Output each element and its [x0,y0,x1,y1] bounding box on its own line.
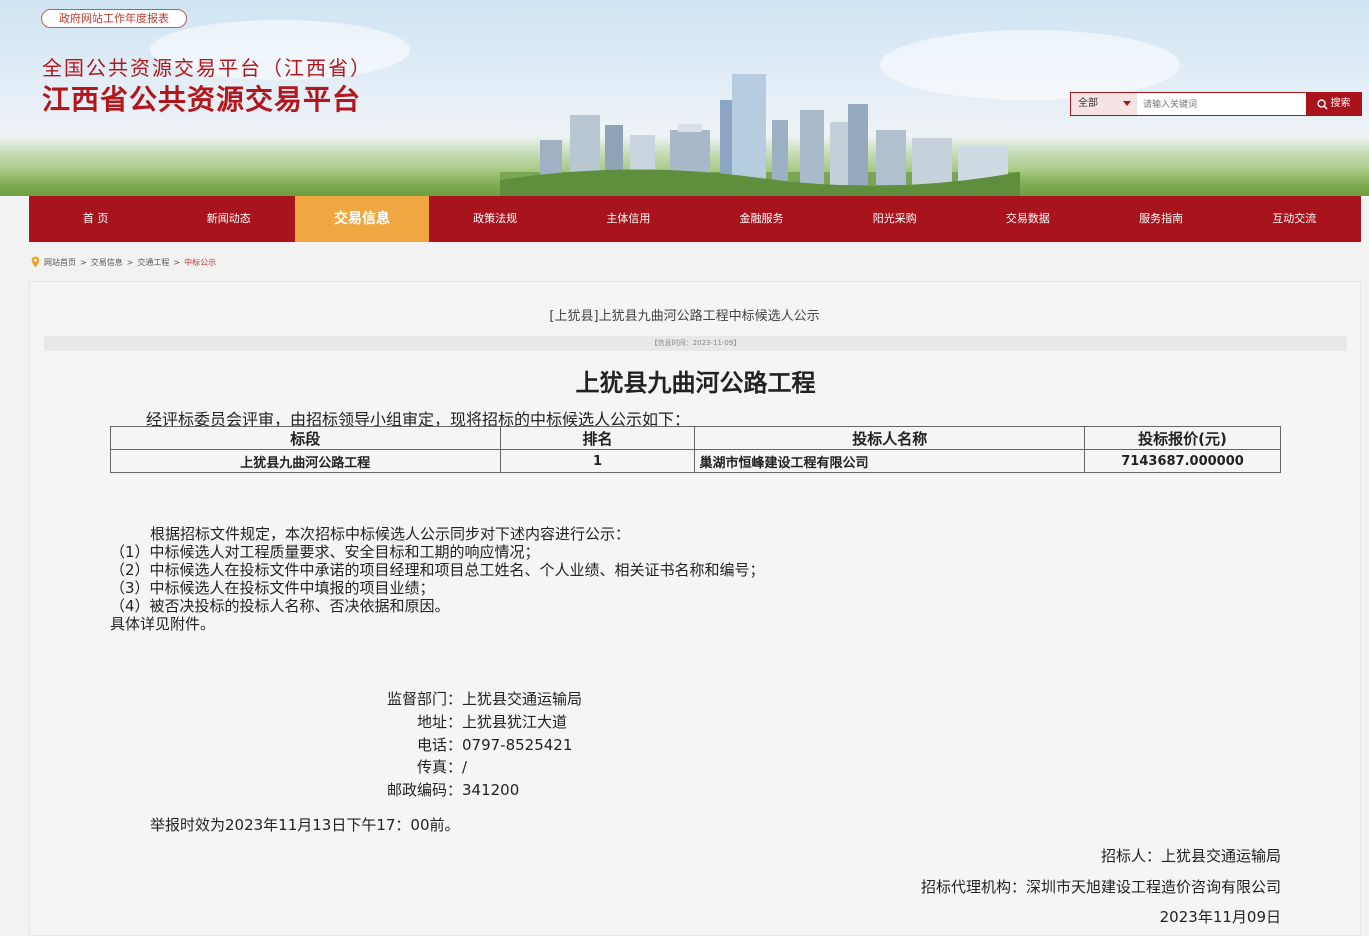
main-nav: 首 页 新闻动态 交易信息 政策法规 主体信用 金融服务 阳光采购 交易数据 服… [29,196,1361,242]
contact-info: 监督部门： 上犹县交通运输局 地址： 上犹县犹江大道 电话： 0797-8525… [382,688,582,802]
search-scope-select[interactable]: 全部 [1071,93,1137,115]
nav-item-trading-info[interactable]: 交易信息 [295,196,429,242]
breadcrumb-trading-info[interactable]: 交易信息 [91,257,123,268]
article-body: 根据招标文件规定，本次招标中标候选人公示同步对下述内容进行公示： （1）中标候选… [110,525,765,633]
contact-row: 监督部门： 上犹县交通运输局 [382,688,582,711]
tenderer-signature: 招标人：上犹县交通运输局 [1100,847,1281,865]
chevron-down-icon [1123,101,1131,106]
nav-item-data[interactable]: 交易数据 [961,196,1094,242]
contact-label: 地址： [416,712,462,731]
contact-label: 监督部门： [386,690,462,708]
contact-row: 地址： 上犹县犹江大道 [382,711,582,734]
contact-value: 341200 [462,781,520,800]
table-cell-bidder: 巢湖市恒峰建设工程有限公司 [694,449,1086,473]
table-header-row: 标段 排名 投标人名称 投标报价(元) [110,426,1281,450]
search-button[interactable]: 搜索 [1306,93,1361,115]
site-title-main[interactable]: 江西省公共资源交易平台 [42,78,361,118]
nav-item-guide[interactable]: 服务指南 [1095,196,1228,242]
breadcrumb: 网站首页 > 交易信息 > 交通工程 > 中标公示 [31,255,216,269]
nav-item-policy[interactable]: 政策法规 [429,196,562,242]
nav-item-interaction[interactable]: 互动交流 [1228,196,1361,242]
nav-item-credit[interactable]: 主体信用 [562,196,695,242]
table-header-rank: 排名 [499,426,696,450]
header-banner: 政府网站工作年度报表 全国公共资源交易平台（江西省） 江西省公共资源交易平台 全… [0,0,1369,196]
breadcrumb-separator: > [126,257,134,267]
table-cell-rank: 1 [499,449,696,473]
contact-label: 电话： [416,735,462,754]
body-paragraph: 具体详见附件。 [110,615,216,633]
search-scope-value: 全部 [1078,98,1098,109]
nav-item-procurement[interactable]: 阳光采购 [828,196,961,242]
breadcrumb-transport[interactable]: 交通工程 [137,257,169,268]
breadcrumb-separator: > [173,257,181,267]
table-cell-section: 上犹县九曲河公路工程 [110,449,501,473]
search-icon [1316,98,1328,110]
contact-value: 上犹县交通运输局 [462,690,583,708]
report-deadline: 举报时效为2023年11月13日下午17：00前。 [150,816,460,834]
annual-report-link[interactable]: 政府网站工作年度报表 [41,9,187,28]
contact-row: 邮政编码： 341200 [382,779,582,802]
location-pin-icon [31,256,40,268]
article-heading: 上犹县九曲河公路工程 [575,368,816,397]
contact-value: 上犹县犹江大道 [462,712,568,731]
body-paragraph: （1）中标候选人对工程质量要求、安全目标和工期的响应情况； [110,543,540,561]
search-button-label: 搜索 [1330,98,1351,109]
breadcrumb-current[interactable]: 中标公示 [184,257,216,268]
body-paragraph: （4）被否决投标的投标人名称、否决依据和原因。 [110,597,450,615]
contact-label: 传真： [416,758,462,777]
table-header-section: 标段 [110,426,501,450]
table-header-price: 投标报价(元) [1084,426,1281,450]
contact-value: 0797-8525421 [462,735,573,754]
contact-row: 电话： 0797-8525421 [382,734,582,757]
breadcrumb-home[interactable]: 网站首页 [44,257,76,268]
table-cell-price: 7143687.000000 [1084,449,1281,473]
breadcrumb-separator: > [80,257,87,267]
nav-item-news[interactable]: 新闻动态 [162,196,295,242]
article-title: [上犹县]上犹县九曲河公路工程中标候选人公示 [549,309,820,324]
candidate-table: 标段 排名 投标人名称 投标报价(元) 上犹县九曲河公路工程 1 巢湖市恒峰建设… [110,426,1281,473]
contact-label: 邮政编码： [386,781,462,800]
publish-date: 2023年11月09日 [1159,908,1281,926]
body-paragraph: 根据招标文件规定，本次招标中标候选人公示同步对下述内容进行公示： [150,525,631,543]
contact-row: 传真： / [382,756,582,779]
search-bar: 全部 搜索 [1070,92,1362,116]
table-row: 上犹县九曲河公路工程 1 巢湖市恒峰建设工程有限公司 7143687.00000… [110,449,1281,473]
city-skyline-image [500,74,1020,196]
agency-signature: 招标代理机构：深圳市天旭建设工程造价咨询有限公司 [920,878,1281,896]
body-paragraph: （2）中标候选人在投标文件中承诺的项目经理和项目总工姓名、个人业绩、相关证书名称… [110,561,765,579]
table-header-bidder: 投标人名称 [694,426,1086,450]
body-paragraph: （3）中标候选人在投标文件中填报的项目业绩； [110,579,435,597]
nav-item-home[interactable]: 首 页 [29,196,162,242]
nav-item-finance[interactable]: 金融服务 [695,196,828,242]
search-input[interactable] [1137,93,1306,115]
site-title-national: 全国公共资源交易平台（江西省） [42,56,372,80]
contact-value: / [462,758,468,777]
article-info-time: 【信息时间：2023-11-09】 [44,336,1347,351]
